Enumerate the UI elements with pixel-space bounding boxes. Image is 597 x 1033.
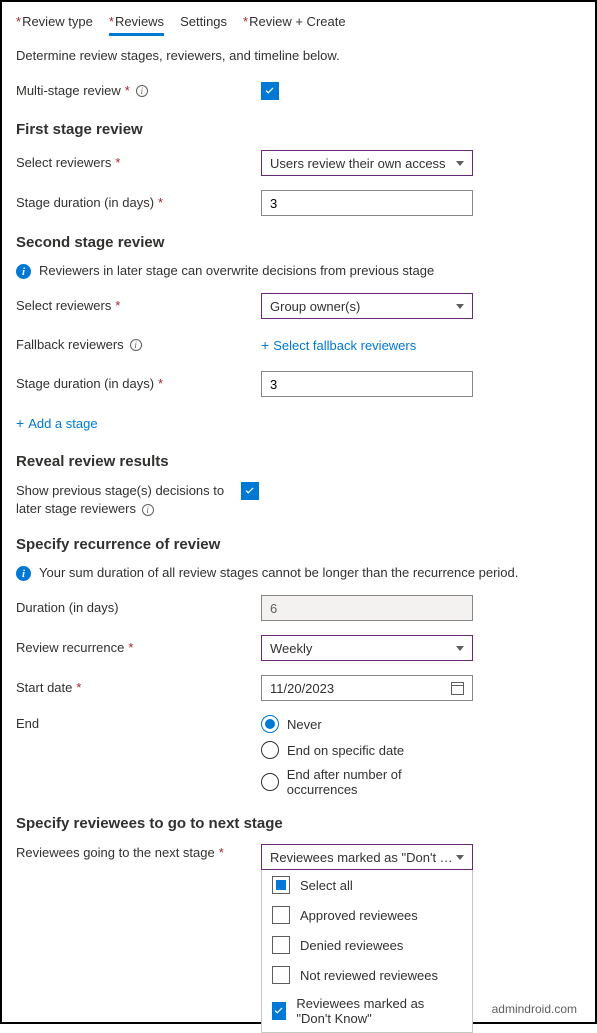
- label-recurrence: Review recurrence*: [16, 639, 261, 657]
- select-recurrence[interactable]: Weekly: [261, 635, 473, 661]
- link-add-stage[interactable]: + Add a stage: [16, 415, 98, 431]
- checkbox-show-previous[interactable]: [241, 482, 259, 500]
- info-banner-overwrite: i Reviewers in later stage can overwrite…: [16, 263, 581, 279]
- checkbox-dont-know[interactable]: [272, 1002, 286, 1020]
- label-end: End: [16, 715, 261, 733]
- plus-icon: +: [16, 415, 24, 431]
- radio-end-occurrences[interactable]: End after number of occurrences: [261, 767, 473, 797]
- input-first-duration[interactable]: [261, 190, 473, 216]
- option-dont-know[interactable]: Reviewees marked as "Don't Know": [262, 990, 472, 1032]
- heading-first-stage: First stage review: [16, 121, 581, 138]
- option-approved[interactable]: Approved reviewees: [262, 900, 472, 930]
- label-start-date: Start date*: [16, 679, 261, 697]
- checkbox-not-reviewed[interactable]: [272, 966, 290, 984]
- label-fallback-reviewers: Fallback reviewers i: [16, 336, 261, 354]
- chevron-down-icon: [456, 646, 464, 651]
- label-reviewees-next: Reviewees going to the next stage*: [16, 844, 261, 862]
- heading-recurrence: Specify recurrence of review: [16, 536, 581, 553]
- chevron-down-icon: [456, 161, 464, 166]
- label-first-duration: Stage duration (in days)*: [16, 194, 261, 212]
- dropdown-reviewees-options: Select all Approved reviewees Denied rev…: [261, 870, 473, 1033]
- page-description: Determine review stages, reviewers, and …: [16, 48, 581, 63]
- label-second-duration: Stage duration (in days)*: [16, 375, 261, 393]
- input-total-duration: [261, 595, 473, 621]
- heading-second-stage: Second stage review: [16, 234, 581, 251]
- select-first-reviewers[interactable]: Users review their own access: [261, 150, 473, 176]
- radio-end-never[interactable]: Never: [261, 715, 473, 733]
- watermark: admindroid.com: [492, 1002, 577, 1016]
- option-denied[interactable]: Denied reviewees: [262, 930, 472, 960]
- info-icon: i: [16, 566, 31, 581]
- heading-reveal-results: Reveal review results: [16, 453, 581, 470]
- input-second-duration[interactable]: [261, 371, 473, 397]
- label-first-reviewers: Select reviewers*: [16, 154, 261, 172]
- tab-reviews[interactable]: *Reviews: [109, 10, 164, 36]
- chevron-down-icon: [456, 304, 464, 309]
- radio-end-specific[interactable]: End on specific date: [261, 741, 473, 759]
- option-select-all[interactable]: Select all: [262, 870, 472, 900]
- calendar-icon: [451, 682, 464, 695]
- checkbox-denied[interactable]: [272, 936, 290, 954]
- info-icon[interactable]: i: [142, 504, 154, 516]
- tab-review-create[interactable]: *Review + Create: [243, 10, 346, 36]
- select-reviewees-next[interactable]: Reviewees marked as "Don't Know": [261, 844, 473, 870]
- label-duration: Duration (in days): [16, 599, 261, 617]
- checkbox-select-all[interactable]: [272, 876, 290, 894]
- label-multi-stage: Multi-stage review* i: [16, 82, 261, 100]
- tab-review-type[interactable]: *Review type: [16, 10, 93, 36]
- checkbox-multi-stage[interactable]: [261, 82, 279, 100]
- info-banner-recurrence: i Your sum duration of all review stages…: [16, 565, 581, 581]
- tab-settings[interactable]: Settings: [180, 10, 227, 36]
- plus-icon: +: [261, 337, 269, 353]
- info-icon: i: [16, 264, 31, 279]
- option-not-reviewed[interactable]: Not reviewed reviewees: [262, 960, 472, 990]
- info-icon[interactable]: i: [130, 339, 142, 351]
- link-select-fallback[interactable]: + Select fallback reviewers: [261, 337, 416, 353]
- tab-bar: *Review type *Reviews Settings *Review +…: [16, 10, 581, 36]
- label-show-previous: Show previous stage(s) decisions to late…: [16, 482, 241, 518]
- chevron-down-icon: [456, 855, 464, 860]
- input-start-date[interactable]: 11/20/2023: [261, 675, 473, 701]
- select-second-reviewers[interactable]: Group owner(s): [261, 293, 473, 319]
- label-second-reviewers: Select reviewers*: [16, 297, 261, 315]
- info-icon[interactable]: i: [136, 85, 148, 97]
- checkbox-approved[interactable]: [272, 906, 290, 924]
- heading-reviewees-next: Specify reviewees to go to next stage: [16, 815, 581, 832]
